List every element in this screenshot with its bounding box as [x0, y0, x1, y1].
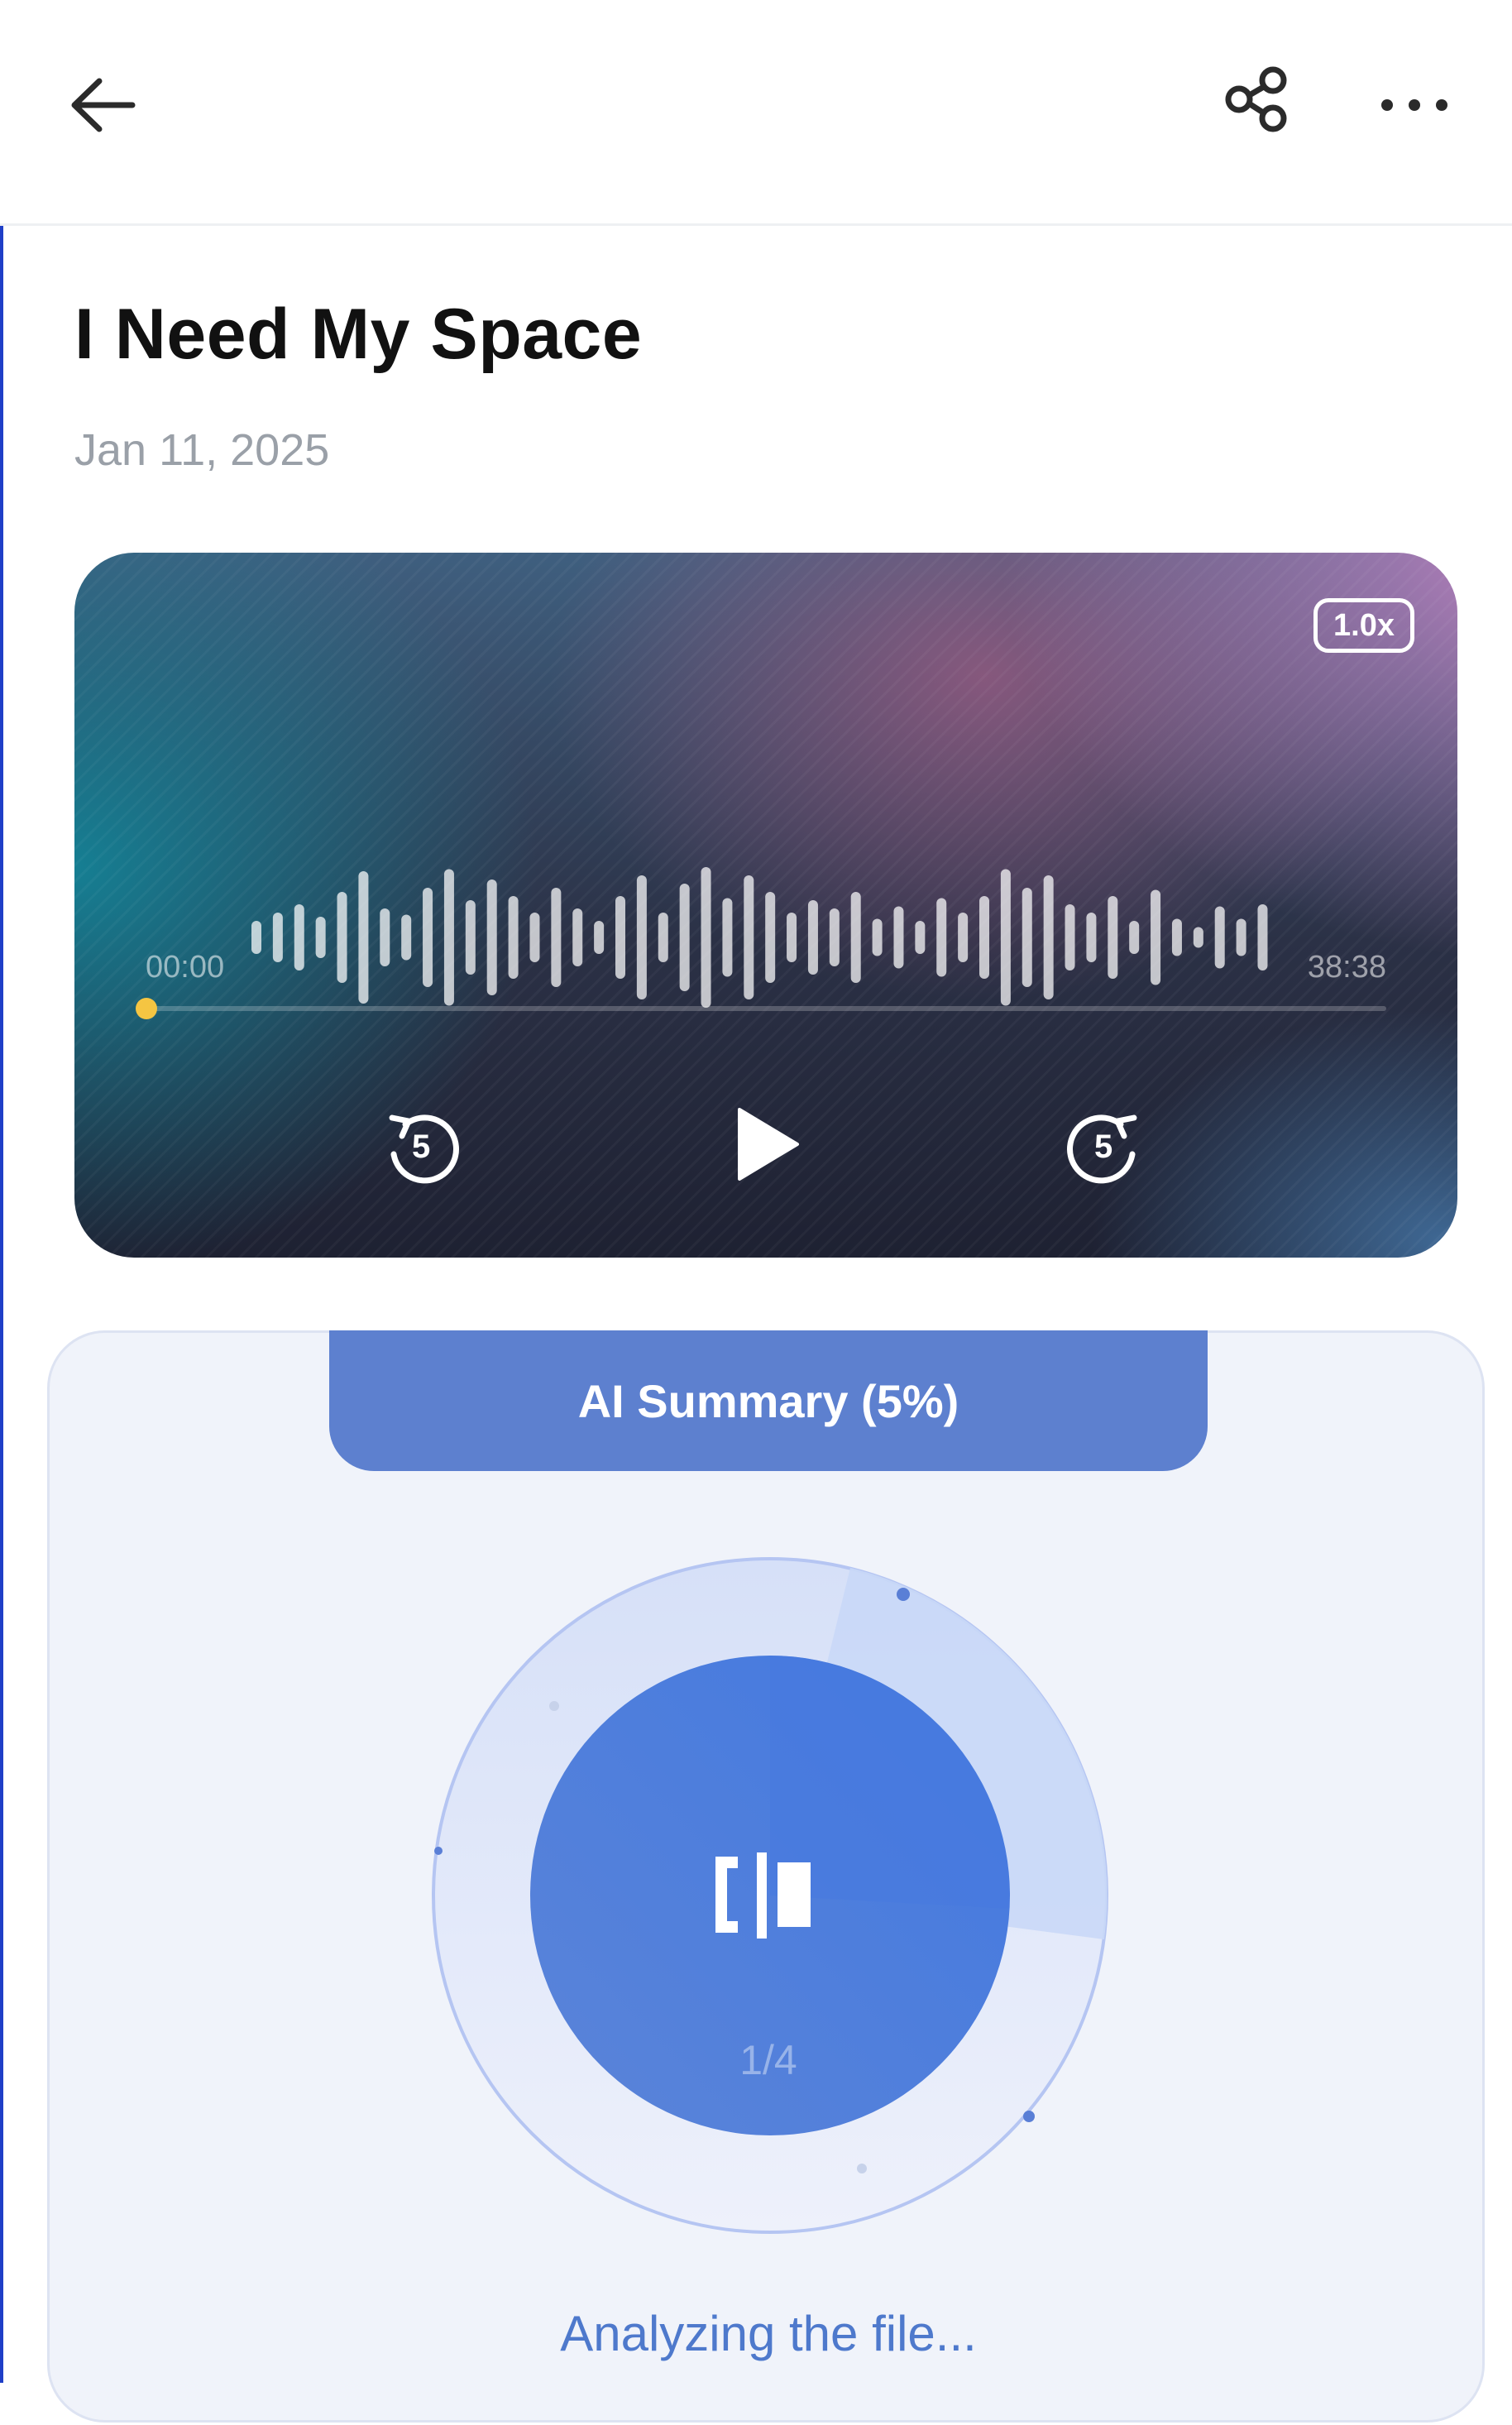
waveform-bar [594, 921, 605, 954]
waveform-bar [486, 879, 497, 995]
waveform-bar [1214, 906, 1225, 969]
forward-seconds: 5 [1094, 1129, 1113, 1165]
waveform-bar [893, 906, 904, 969]
audio-player-card: 1.0x 00:00 38:38 5 5 [74, 553, 1457, 1258]
waveform-bar [1000, 869, 1011, 1006]
ring-dot [1023, 2111, 1035, 2122]
ai-summary-tab[interactable]: AI Summary (5%) [329, 1330, 1208, 1471]
waveform-bar [1257, 904, 1268, 970]
ring-dot [434, 1847, 443, 1855]
waveform-bar [615, 896, 626, 979]
playback-progress-knob[interactable] [136, 998, 157, 1019]
waveform-bar [722, 898, 733, 977]
waveform-bar [1193, 927, 1203, 948]
share-button[interactable] [1212, 54, 1303, 145]
ring-dot [857, 2164, 867, 2173]
ai-summary-panel: AI Summary (5%) 1/4 Analyzing the file..… [47, 1330, 1485, 2423]
waveform-bar [1108, 896, 1118, 979]
ring-dot [549, 1701, 559, 1711]
analysis-progress-graphic [432, 1557, 1108, 2234]
waveform-bar [807, 900, 818, 975]
total-time: 38:38 [1307, 950, 1386, 985]
waveform-bar [294, 904, 304, 970]
waveform-bar [529, 913, 540, 962]
waveform-bar [958, 913, 969, 962]
waveform-bar [1043, 875, 1054, 999]
waveform-bar [1065, 904, 1075, 970]
recording-title: I Need My Space [74, 295, 643, 374]
waveform-bar [508, 896, 519, 979]
waveform-bar [636, 875, 647, 999]
waveform-bar [1022, 888, 1032, 987]
more-horizontal-icon [1381, 99, 1447, 111]
back-button[interactable] [58, 58, 149, 149]
waveform-bar [358, 871, 369, 1004]
current-time: 00:00 [146, 950, 225, 985]
recording-date: Jan 11, 2025 [74, 425, 330, 475]
waveform-bar [337, 892, 347, 983]
waveform-bar [551, 888, 562, 987]
playback-progress-slider[interactable] [136, 998, 1386, 1019]
top-bar [0, 0, 1512, 226]
arrow-left-icon [71, 78, 136, 132]
waveform-bar [850, 892, 861, 983]
analysis-step-counter: 1/4 [739, 2037, 797, 2083]
share-icon [1225, 66, 1287, 132]
waveform-bar [465, 900, 476, 975]
waveform-bar [829, 908, 840, 966]
waveform-bar [443, 869, 454, 1006]
window-edge [0, 0, 3, 2383]
waveform-bar [1129, 921, 1140, 954]
waveform-bar [744, 875, 754, 999]
ring-dot [897, 1588, 910, 1601]
waveform-bar [936, 898, 947, 977]
playback-speed-button[interactable]: 1.0x [1313, 598, 1414, 653]
waveform-bar [380, 908, 390, 966]
waveform-bar [979, 896, 990, 979]
more-options-button[interactable] [1369, 54, 1460, 145]
play-button[interactable] [725, 1099, 808, 1190]
waveform-bar [272, 913, 283, 962]
forward-button[interactable]: 5 [1063, 1103, 1146, 1186]
waveform-bar [658, 913, 668, 962]
rewind-seconds: 5 [412, 1129, 431, 1165]
waveform-bar [679, 884, 690, 991]
waveform-bar [401, 914, 412, 961]
waveform-bar [423, 888, 433, 987]
waveform-bar [572, 908, 583, 966]
waveform-bar [1236, 918, 1246, 956]
waveform-bar [251, 921, 261, 954]
waveform-bar [765, 892, 776, 983]
waveform-bar [915, 921, 926, 954]
waveform-bar [787, 913, 797, 962]
waveform-bar [315, 917, 326, 958]
waveform-bar [1086, 913, 1097, 962]
play-icon [738, 1108, 799, 1181]
waveform-bar [872, 918, 883, 956]
analysis-status-text: Analyzing the file... [560, 2306, 977, 2361]
waveform-bar [1171, 918, 1182, 956]
waveform-bar [1151, 889, 1161, 985]
rewind-button[interactable]: 5 [380, 1103, 463, 1186]
waveform-bar [701, 867, 711, 1008]
